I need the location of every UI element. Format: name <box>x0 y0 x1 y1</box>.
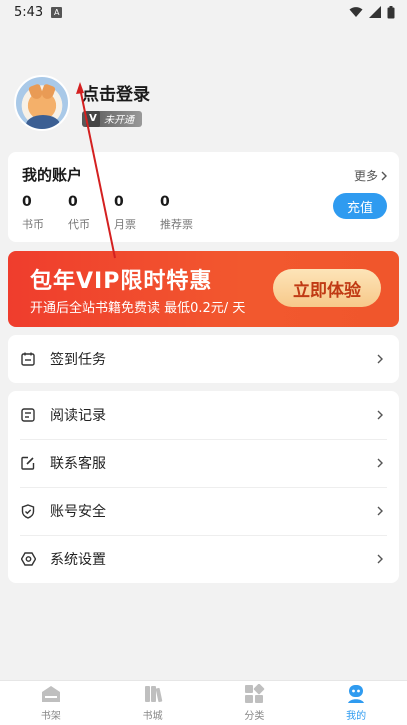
stat-value: 0 <box>160 194 170 210</box>
menu-label: 账号安全 <box>50 504 106 520</box>
vip-mark-icon: V <box>86 110 100 127</box>
notification-icon: A <box>51 6 63 18</box>
account-title: 我的账户 <box>22 166 83 184</box>
menu-item-account-security[interactable]: 账号安全 <box>8 487 399 535</box>
vip-subtitle: 开通后全站书籍免费读 最低0.2元/ 天 <box>30 301 246 316</box>
more-label: 更多 <box>353 169 378 183</box>
settings-icon <box>20 551 36 567</box>
bottom-nav: 书架 书城 分类 我的 <box>0 680 407 725</box>
chevron-right-icon <box>375 353 385 365</box>
stat-label: 月票 <box>114 218 136 231</box>
nav-label: 书城 <box>142 711 163 722</box>
stat-label: 书币 <box>22 218 44 231</box>
category-icon <box>245 684 265 703</box>
signal-icon <box>369 6 381 18</box>
chevron-right-icon <box>375 505 385 517</box>
menu-group-settings: 阅读记录 联系客服 账号安全 系统设置 <box>8 391 399 583</box>
menu-item-reading-history[interactable]: 阅读记录 <box>8 391 399 439</box>
vip-banner[interactable]: 包年VIP限时特惠 开通后全站书籍免费读 最低0.2元/ 天 立即体验 <box>8 251 399 327</box>
calendar-icon <box>20 351 36 367</box>
stat-value: 0 <box>114 194 124 210</box>
shield-icon <box>20 503 36 519</box>
login-link[interactable]: 点击登录 <box>82 80 150 105</box>
menu-label: 联系客服 <box>50 456 106 472</box>
more-link[interactable]: 更多 <box>354 167 387 184</box>
stat-value: 0 <box>68 194 78 210</box>
bookstore-icon <box>144 686 162 703</box>
vip-try-button[interactable]: 立即体验 <box>273 269 381 307</box>
chevron-right-icon <box>381 171 387 180</box>
member-badge: V 未开通 <box>82 110 142 127</box>
nav-profile[interactable]: 我的 <box>305 681 407 725</box>
menu-group-tasks: 签到任务 <box>8 335 399 383</box>
status-bar: 5:43 A <box>0 0 407 24</box>
profile-header[interactable]: 点击登录 V 未开通 <box>14 75 150 131</box>
stat-tuijianpiao[interactable]: 0 推荐票 <box>160 194 193 232</box>
nav-label: 我的 <box>346 711 367 722</box>
nav-bookstore[interactable]: 书城 <box>102 681 204 725</box>
menu-label: 系统设置 <box>50 552 106 568</box>
recharge-button[interactable]: 充值 <box>333 193 387 219</box>
bookshelf-icon <box>41 686 60 702</box>
member-status: 未开通 <box>104 115 134 126</box>
edit-icon <box>20 455 36 471</box>
nav-category[interactable]: 分类 <box>204 681 306 725</box>
menu-item-checkin[interactable]: 签到任务 <box>8 335 399 383</box>
menu-label: 签到任务 <box>50 352 106 368</box>
account-stats: 0 书币 0 代币 0 月票 0 推荐票 <box>22 194 217 232</box>
profile-icon <box>348 685 365 703</box>
stat-label: 代币 <box>68 218 90 231</box>
chevron-right-icon <box>375 409 385 421</box>
wifi-icon <box>349 7 363 17</box>
chevron-right-icon <box>375 457 385 469</box>
menu-label: 阅读记录 <box>50 408 106 424</box>
stat-shubi[interactable]: 0 书币 <box>22 194 44 232</box>
stat-value: 0 <box>22 194 32 210</box>
nav-label: 书架 <box>40 711 61 722</box>
nav-bookshelf[interactable]: 书架 <box>0 681 102 725</box>
account-card: 我的账户 更多 0 书币 0 代币 0 月票 0 推荐票 充值 <box>8 152 399 242</box>
stat-yuepiao[interactable]: 0 月票 <box>114 194 136 232</box>
menu-item-customer-service[interactable]: 联系客服 <box>8 439 399 487</box>
chevron-right-icon <box>375 553 385 565</box>
stat-label: 推荐票 <box>160 218 193 231</box>
nav-label: 分类 <box>244 711 265 722</box>
status-time: 5:43 <box>14 4 44 20</box>
battery-icon <box>387 5 395 18</box>
stat-daibi[interactable]: 0 代币 <box>68 194 90 232</box>
avatar[interactable] <box>14 75 70 131</box>
document-icon <box>20 407 36 423</box>
vip-title: 包年VIP限时特惠 <box>30 269 213 294</box>
menu-item-system-settings[interactable]: 系统设置 <box>8 535 399 583</box>
